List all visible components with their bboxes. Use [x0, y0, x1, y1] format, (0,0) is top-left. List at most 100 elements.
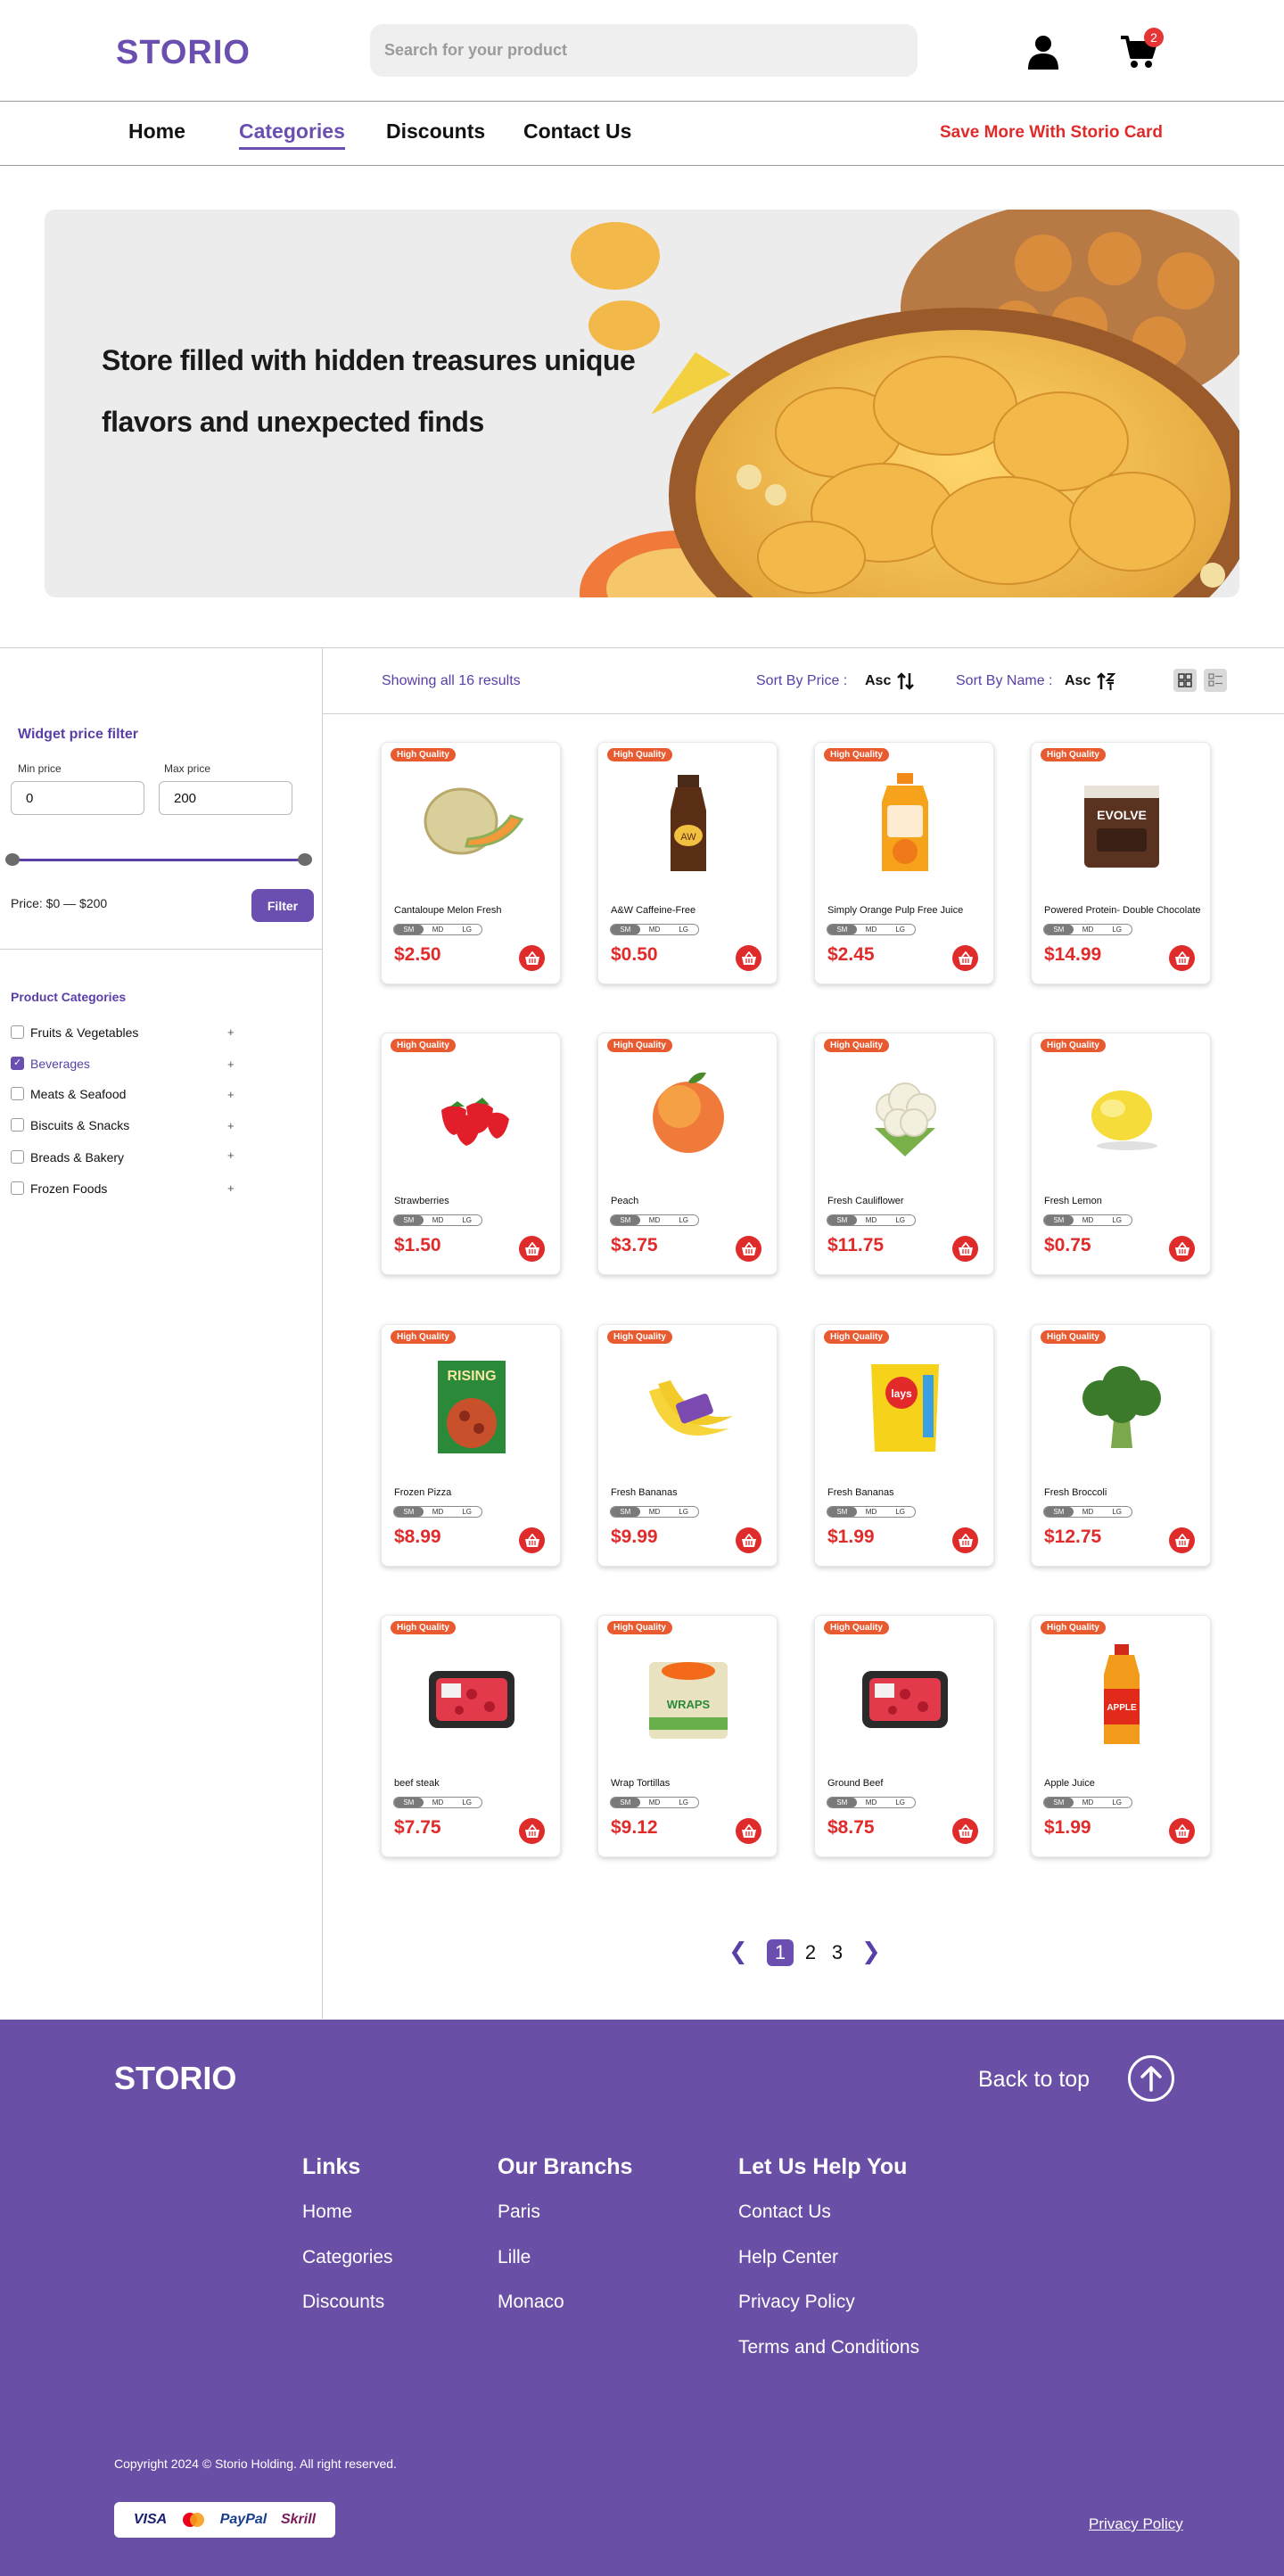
price-slider-max-handle[interactable] [298, 853, 312, 866]
add-to-basket-button[interactable] [736, 1527, 761, 1553]
product-card[interactable]: High Quality Fresh Bananas SM MD LG $9.99 [597, 1324, 778, 1567]
product-card[interactable]: High Quality Fresh Broccoli SM MD LG $12.75 [1031, 1324, 1211, 1567]
expand-plus-icon[interactable]: + [227, 1058, 235, 1071]
category-item[interactable]: Beverages + [11, 1054, 243, 1074]
nav-home[interactable]: Home [128, 119, 185, 144]
add-to-basket-button[interactable] [736, 1236, 761, 1262]
category-label[interactable]: Meats & Seafood [30, 1087, 126, 1101]
product-name[interactable]: Fresh Broccoli [1044, 1487, 1107, 1498]
add-to-basket-button[interactable] [519, 945, 545, 971]
sort-price-icon[interactable] [896, 671, 916, 691]
product-card[interactable]: High Quality Peach SM MD LG $3.75 [597, 1033, 778, 1275]
broccoli-icon[interactable] [1063, 1348, 1181, 1459]
size-option[interactable]: MD [857, 1215, 886, 1225]
nav-contact-us[interactable]: Contact Us [523, 119, 631, 144]
product-name[interactable]: Apple Juice [1044, 1778, 1095, 1789]
product-name[interactable]: Fresh Bananas [827, 1487, 894, 1498]
category-label[interactable]: Frozen Foods [30, 1181, 107, 1196]
user-icon[interactable] [1025, 34, 1061, 70]
footer-link-home[interactable]: Home [302, 2202, 352, 2223]
size-option[interactable]: LG [1102, 1798, 1132, 1807]
product-card[interactable]: High Quality AW A&W Caffeine-Free SM MD LG $0.… [597, 742, 778, 984]
product-name[interactable]: A&W Caffeine-Free [611, 905, 696, 916]
search-input[interactable] [384, 41, 918, 60]
size-option[interactable]: LG [669, 1798, 698, 1807]
size-option[interactable]: LG [452, 1215, 482, 1225]
category-checkbox[interactable] [11, 1118, 24, 1132]
footer-link-categories[interactable]: Categories [302, 2247, 393, 2268]
size-option[interactable]: LG [669, 925, 698, 934]
category-label[interactable]: Biscuits & Snacks [30, 1118, 129, 1132]
melon-icon[interactable] [413, 766, 531, 876]
prev-page-icon[interactable]: ❮ [728, 1938, 748, 1965]
sort-by-name-value[interactable]: Asc [1065, 673, 1091, 689]
tortilla-pack-icon[interactable]: WRAPS [630, 1639, 747, 1749]
nav-discounts[interactable]: Discounts [386, 119, 485, 144]
add-to-basket-button[interactable] [952, 945, 978, 971]
size-option[interactable]: SM [394, 925, 424, 934]
size-option[interactable]: LG [452, 1798, 482, 1807]
cauliflower-icon[interactable] [846, 1057, 964, 1167]
peach-icon[interactable] [630, 1057, 747, 1167]
list-view-button[interactable] [1204, 669, 1227, 692]
product-card[interactable]: High Quality Ground Beef SM MD LG $8.75 [814, 1615, 994, 1857]
category-label[interactable]: Breads & Bakery [30, 1150, 124, 1165]
product-name[interactable]: Strawberries [394, 1196, 449, 1206]
size-option[interactable]: LG [885, 1507, 915, 1517]
page-1[interactable]: 1 [767, 1939, 794, 1966]
lemon-icon[interactable] [1063, 1057, 1181, 1167]
size-option[interactable]: MD [640, 1215, 670, 1225]
bananas-icon[interactable] [630, 1348, 747, 1459]
strawberries-icon[interactable] [413, 1057, 531, 1167]
product-name[interactable]: Peach [611, 1196, 638, 1206]
add-to-basket-button[interactable] [1169, 1818, 1195, 1844]
expand-plus-icon[interactable]: + [227, 1088, 235, 1101]
size-option[interactable]: MD [640, 1507, 670, 1517]
add-to-basket-button[interactable] [1169, 1527, 1195, 1553]
size-option[interactable]: MD [857, 1507, 886, 1517]
footer-branch-monaco[interactable]: Monaco [498, 2292, 564, 2313]
meat-tray-icon[interactable] [413, 1639, 531, 1749]
protein-pack-icon[interactable]: EVOLVE [1063, 766, 1181, 876]
price-slider-track[interactable] [11, 859, 307, 861]
size-option[interactable]: SM [827, 1798, 857, 1807]
size-option[interactable]: SM [611, 1507, 640, 1517]
add-to-basket-button[interactable] [519, 1236, 545, 1262]
product-card[interactable]: High Quality Fresh Lemon SM MD LG $0.75 [1031, 1033, 1211, 1275]
add-to-basket-button[interactable] [1169, 945, 1195, 971]
size-option[interactable]: LG [1102, 1507, 1132, 1517]
size-option[interactable]: MD [857, 925, 886, 934]
size-option[interactable]: SM [611, 1798, 640, 1807]
size-option[interactable]: SM [827, 1215, 857, 1225]
product-card[interactable]: High Quality Fresh Cauliflower SM MD LG $11.7… [814, 1033, 994, 1275]
footer-link-contact-us[interactable]: Contact Us [738, 2202, 831, 2223]
expand-plus-icon[interactable]: + [227, 1148, 235, 1162]
product-card[interactable]: High Quality WRAPS Wrap Tortillas SM MD LG $9.… [597, 1615, 778, 1857]
size-option[interactable]: MD [1074, 1215, 1103, 1225]
expand-plus-icon[interactable]: + [227, 1025, 235, 1039]
footer-branch-lille[interactable]: Lille [498, 2247, 531, 2268]
add-to-basket-button[interactable] [952, 1236, 978, 1262]
size-option[interactable]: LG [669, 1507, 698, 1517]
product-card[interactable]: High Quality APPLE Apple Juice SM MD LG $1.99 [1031, 1615, 1211, 1857]
product-card[interactable]: High Quality Cantaloupe Melon Fresh SM MD LG… [381, 742, 561, 984]
add-to-basket-button[interactable] [952, 1527, 978, 1553]
size-option[interactable]: LG [885, 1798, 915, 1807]
min-price-input[interactable] [11, 781, 144, 815]
category-checkbox[interactable] [11, 1181, 24, 1195]
filter-button[interactable]: Filter [251, 889, 314, 922]
category-checkbox[interactable] [11, 1025, 24, 1039]
chips-bag-icon[interactable]: lays [846, 1348, 964, 1459]
category-label[interactable]: Beverages [30, 1057, 90, 1071]
size-option[interactable]: LG [885, 1215, 915, 1225]
product-name[interactable]: Fresh Lemon [1044, 1196, 1102, 1206]
size-option[interactable]: SM [394, 1798, 424, 1807]
size-option[interactable]: SM [1044, 1507, 1074, 1517]
juice-bottle-icon[interactable]: APPLE [1063, 1639, 1181, 1749]
logo[interactable]: STORIO [116, 34, 251, 72]
size-option[interactable]: LG [1102, 1215, 1132, 1225]
add-to-basket-button[interactable] [736, 945, 761, 971]
storio-card-promo-link[interactable]: Save More With Storio Card [940, 123, 1163, 143]
product-name[interactable]: Ground Beef [827, 1778, 883, 1789]
product-card[interactable]: High Quality Simply Orange Pulp Free Juic… [814, 742, 994, 984]
